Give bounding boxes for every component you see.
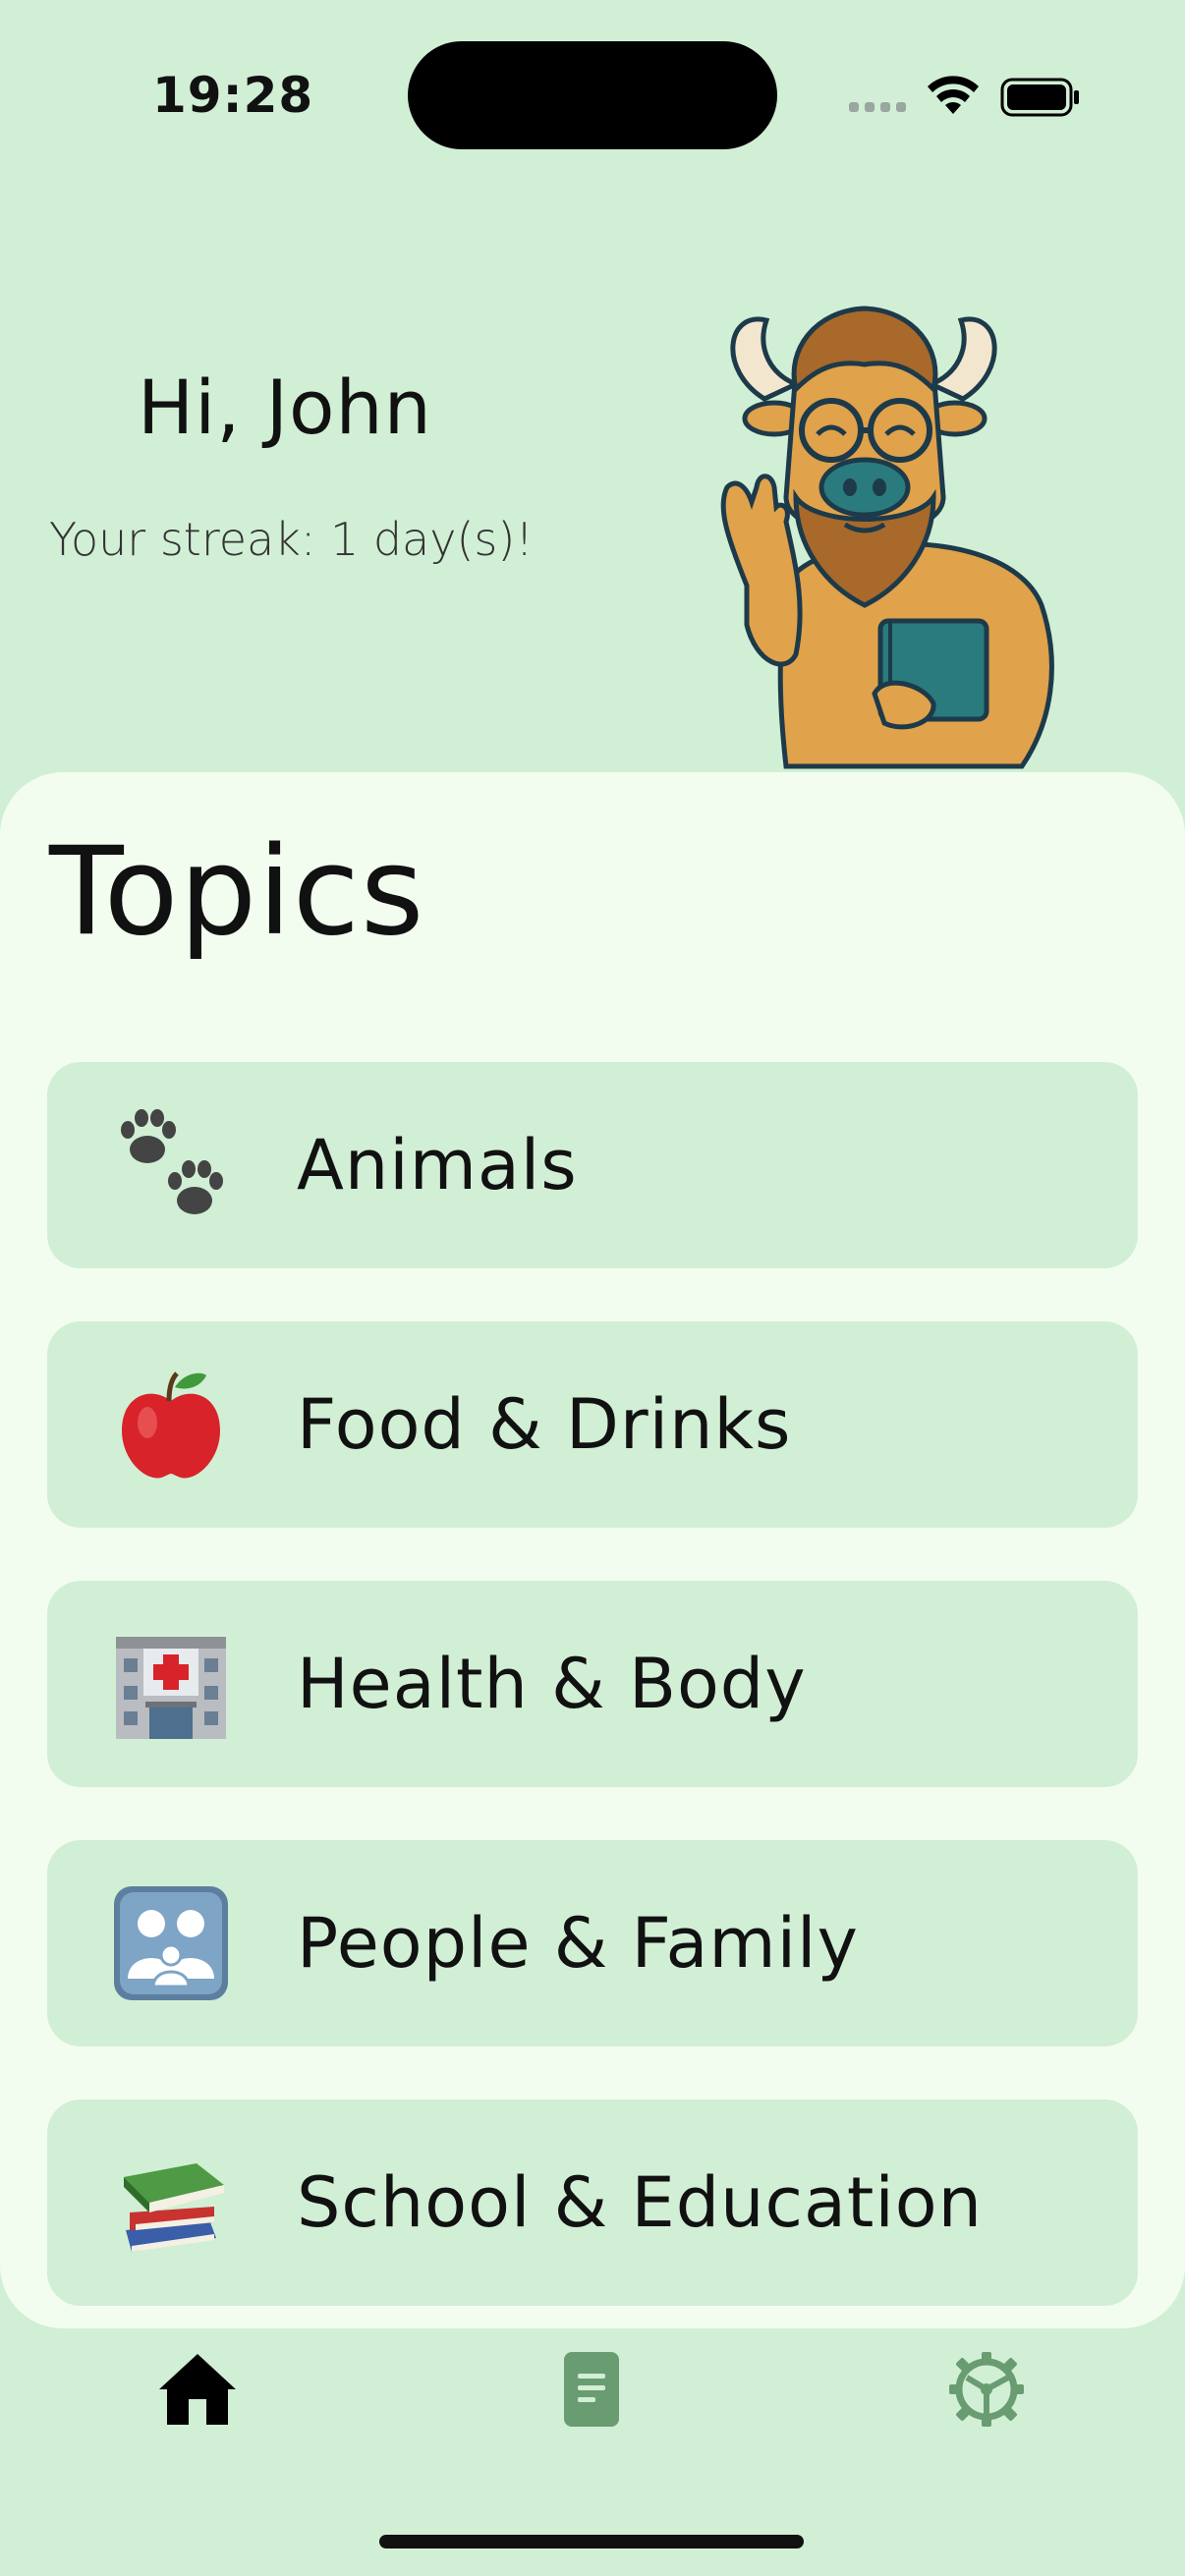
bison-mascot-illustration: [720, 306, 1054, 769]
topic-people-family-button[interactable]: People & Family: [47, 1840, 1138, 2046]
apple-icon: [108, 1362, 234, 1487]
topics-card: [0, 772, 1185, 2328]
topic-health-body-button[interactable]: Health & Body: [47, 1581, 1138, 1787]
topic-school-education-button[interactable]: School & Education: [47, 2100, 1138, 2306]
topic-food-drinks-button[interactable]: Food & Drinks: [47, 1321, 1138, 1528]
greeting-title: Hi, John: [138, 364, 432, 451]
battery-icon: [1000, 78, 1079, 117]
home-icon[interactable]: [155, 2350, 240, 2429]
streak-text: Your streak: 1 day(s)!: [49, 513, 534, 566]
document-icon[interactable]: [562, 2350, 621, 2429]
topic-label: Health & Body: [297, 1644, 807, 1724]
topic-animals-button[interactable]: Animals: [47, 1062, 1138, 1268]
dynamic-island: [408, 41, 777, 149]
books-icon: [108, 2140, 234, 2266]
topics-title: Topics: [49, 821, 425, 963]
topic-label: Animals: [297, 1125, 578, 1205]
home-indicator[interactable]: [379, 2535, 804, 2548]
topic-label: School & Education: [297, 2162, 983, 2243]
topic-label: Food & Drinks: [297, 1384, 792, 1465]
topic-label: People & Family: [297, 1903, 859, 1984]
hospital-icon: [108, 1621, 234, 1747]
cellular-signal-icon: [849, 102, 906, 112]
wifi-icon: [928, 76, 979, 114]
paw-prints-icon: [108, 1102, 234, 1228]
family-icon: [108, 1880, 234, 2006]
status-time: 19:28: [152, 67, 314, 124]
settings-icon[interactable]: [947, 2350, 1026, 2429]
